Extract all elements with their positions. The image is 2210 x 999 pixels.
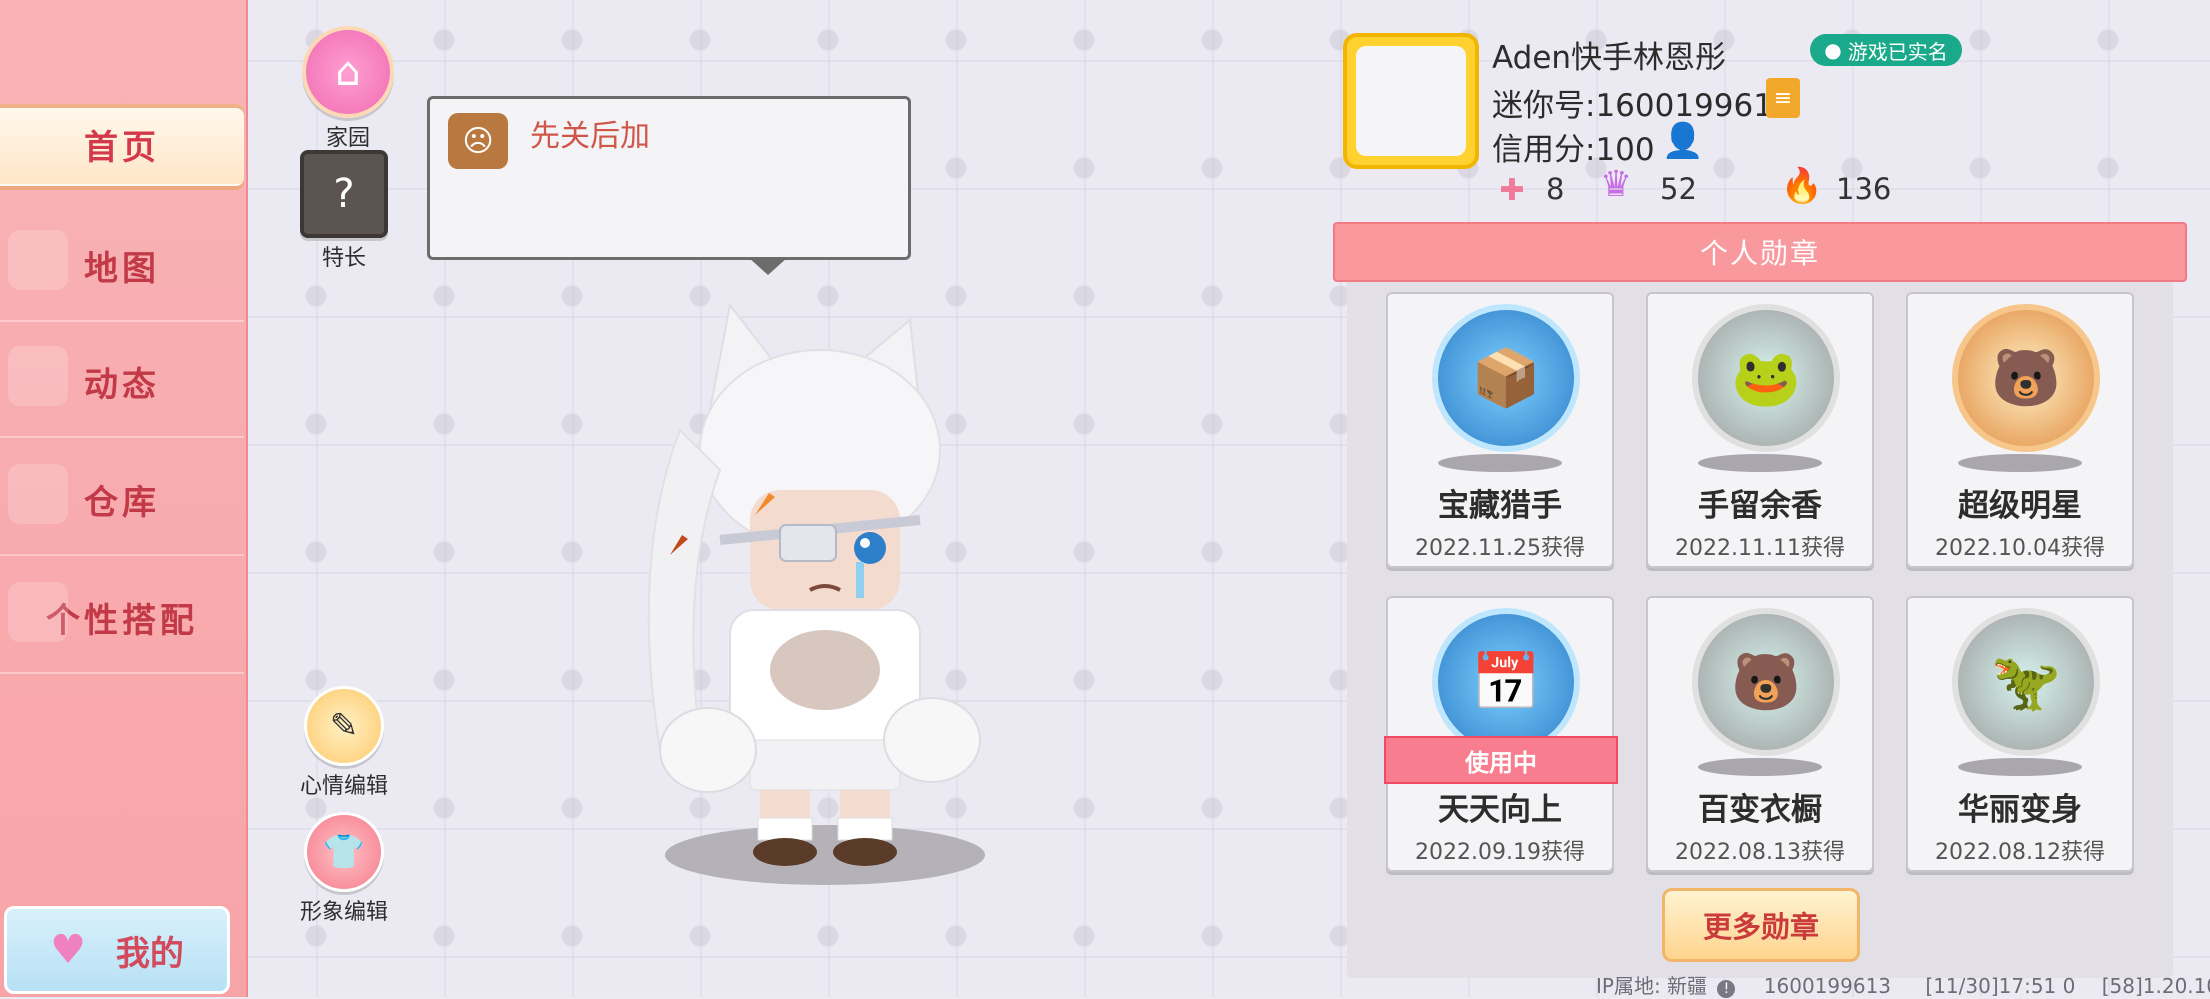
map-icon	[8, 230, 68, 290]
edit-icon: ✎	[304, 686, 384, 766]
frog-medal-icon: 🐸	[1692, 304, 1840, 452]
verified-badge: ● 游戏已实名	[1810, 34, 1962, 66]
medal-date: 2022.11.25获得	[1415, 536, 1585, 561]
footer-time: [11/30]17:51 0	[1925, 974, 2076, 998]
medal-shadow	[1698, 454, 1822, 472]
stat-heat-value: 136	[1836, 172, 1892, 206]
medal-shadow	[1698, 758, 1822, 776]
sidebar-item-label: 个性搭配	[46, 600, 198, 641]
credit-score: 信用分:100	[1492, 132, 1655, 168]
badge-plus-icon: ✚	[1499, 172, 1525, 208]
medal-name: 宝藏猎手	[1438, 488, 1562, 524]
medal-name: 百变衣橱	[1698, 792, 1822, 828]
player-name: Aden快手林恩彤	[1492, 40, 1727, 76]
profile-avatar[interactable]	[1343, 33, 1479, 169]
medal-shadow	[1438, 454, 1562, 472]
home-garden-label: 家园	[325, 126, 370, 151]
fire-icon: 🔥	[1780, 166, 1824, 206]
sidebar-item-map[interactable]: 地图	[0, 210, 244, 322]
credit-info-icon[interactable]: 👤	[1662, 120, 1704, 162]
user-check-icon: ●	[1824, 38, 1842, 62]
medal-name: 天天向上	[1438, 792, 1562, 828]
mood-text: 先关后加	[530, 119, 650, 154]
info-icon[interactable]: !	[1717, 980, 1736, 998]
look-edit-label: 形象编辑	[300, 900, 389, 925]
ip-location: IP属地: 新疆	[1596, 974, 1708, 998]
bell-icon	[8, 346, 68, 406]
footer-uid: 1600199613	[1763, 974, 1892, 998]
sidebar-item-label: 首页	[84, 127, 160, 168]
my-label: 我的	[115, 933, 184, 974]
my-button[interactable]: ♥ 我的	[4, 906, 230, 994]
sidebar-item-label: 地图	[84, 248, 160, 289]
medal-panel-title: 个人勋章	[1333, 222, 2187, 282]
sidebar-item-home[interactable]: 首页	[0, 104, 244, 186]
medal-card[interactable]: 📅 使用中 天天向上 2022.09.19获得	[1384, 596, 1618, 872]
medal-name: 超级明星	[1958, 488, 2082, 524]
wardrobe-medal-icon: 🐻	[1692, 608, 1840, 756]
avatar-portrait	[1356, 46, 1466, 156]
verified-badge-label: 游戏已实名	[1847, 39, 1948, 64]
player-character[interactable]	[620, 300, 1000, 900]
stat-badges-value: 8	[1546, 172, 1565, 206]
heart-icon: ♥	[50, 927, 86, 973]
talent-label: 特长	[321, 246, 366, 271]
mood-edit-label: 心情编辑	[300, 774, 389, 799]
sidebar-item-label: 仓库	[84, 482, 160, 523]
look-edit-button[interactable]: 👕 形象编辑	[300, 812, 388, 926]
dino-medal-icon: 🦖	[1952, 608, 2100, 756]
more-medals-button[interactable]: 更多勋章	[1662, 888, 1860, 962]
sidebar-item-activity[interactable]: 动态	[0, 326, 244, 438]
mood-bubble[interactable]: ☹ 先关后加	[427, 96, 911, 275]
sidebar-item-label: 动态	[84, 364, 160, 405]
medal-name: 华丽变身	[1958, 792, 2082, 828]
medal-card[interactable]: 📦 宝藏猎手 2022.11.25获得	[1386, 292, 1614, 568]
medal-date: 2022.10.04获得	[1935, 536, 2105, 561]
stat-fans-value: 52	[1660, 172, 1697, 206]
gift-icon	[8, 582, 68, 642]
medal-shadow	[1958, 758, 2082, 776]
warehouse-icon	[8, 464, 68, 524]
copy-icon[interactable]: ≡	[1766, 78, 1800, 118]
in-use-tag: 使用中	[1384, 736, 1618, 784]
talent-button[interactable]: ? 特长	[300, 150, 388, 272]
medal-card[interactable]: 🐻 百变衣橱 2022.08.13获得	[1646, 596, 1874, 872]
footer-version: [58]1.20.10	[2101, 974, 2210, 998]
medal-date: 2022.11.11获得	[1675, 536, 1845, 561]
treasure-medal-icon: 📦	[1432, 304, 1580, 452]
medal-card[interactable]: 🐸 手留余香 2022.11.11获得	[1646, 292, 1874, 568]
medal-shadow	[1958, 454, 2082, 472]
footer-info: IP属地: 新疆 ! 1600199613 [11/30]17:51 0 [58…	[1596, 970, 2210, 999]
fans-icon: ♛	[1599, 163, 1633, 205]
crying-face-icon: ☹	[448, 113, 508, 169]
star-medal-icon: 🐻	[1952, 304, 2100, 452]
player-id: 迷你号:1600199613	[1492, 88, 1793, 124]
sidebar: 首页 地图 动态 仓库 个性搭配 ♥ 我的	[0, 0, 248, 997]
medal-date: 2022.09.19获得	[1415, 840, 1585, 865]
calendar-medal-icon: 📅	[1432, 608, 1580, 756]
mood-edit-button[interactable]: ✎ 心情编辑	[300, 686, 388, 800]
house-icon: ⌂	[302, 26, 394, 118]
medal-date: 2022.08.12获得	[1935, 840, 2105, 865]
medal-card[interactable]: 🦖 华丽变身 2022.08.12获得	[1906, 596, 2134, 872]
question-box-icon: ?	[300, 150, 388, 238]
sidebar-item-outfit[interactable]: 个性搭配	[0, 562, 244, 674]
sidebar-item-warehouse[interactable]: 仓库	[0, 444, 244, 556]
medal-name: 手留余香	[1698, 488, 1822, 524]
outfit-icon: 👕	[304, 812, 384, 892]
medal-date: 2022.08.13获得	[1675, 840, 1845, 865]
medal-card[interactable]: 🐻 超级明星 2022.10.04获得	[1906, 292, 2134, 568]
home-garden-button[interactable]: ⌂ 家园	[302, 26, 394, 152]
